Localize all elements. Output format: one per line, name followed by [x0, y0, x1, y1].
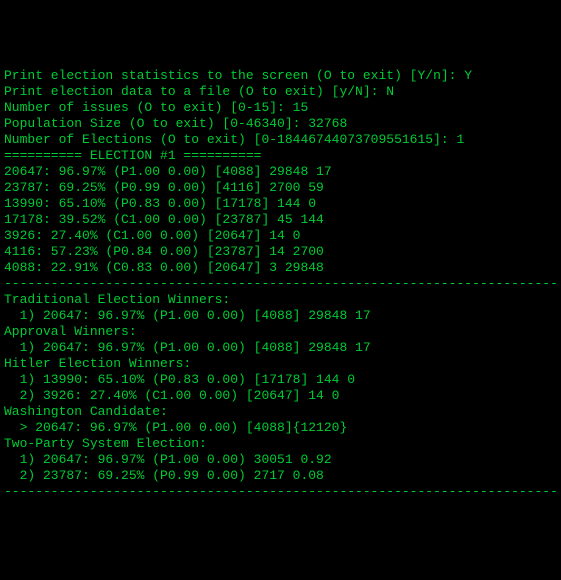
- terminal-line: 2) 3926: 27.40% (C1.00 0.00) [20647] 14 …: [4, 388, 557, 404]
- terminal-line: 17178: 39.52% (C1.00 0.00) [23787] 45 14…: [4, 212, 557, 228]
- terminal-line: Number of Elections (O to exit) [0-18446…: [4, 132, 557, 148]
- terminal-line: Number of issues (O to exit) [0-15]: 15: [4, 100, 557, 116]
- terminal-line: 3926: 27.40% (C1.00 0.00) [20647] 14 0: [4, 228, 557, 244]
- terminal-line: ----------------------------------------…: [4, 484, 557, 500]
- terminal-line: Traditional Election Winners:: [4, 292, 557, 308]
- terminal-line: Hitler Election Winners:: [4, 356, 557, 372]
- terminal-line: 4116: 57.23% (P0.84 0.00) [23787] 14 270…: [4, 244, 557, 260]
- terminal-line: 4088: 22.91% (C0.83 0.00) [20647] 3 2984…: [4, 260, 557, 276]
- terminal-line: ----------------------------------------…: [4, 276, 557, 292]
- terminal-line: 2) 23787: 69.25% (P0.99 0.00) 2717 0.08: [4, 468, 557, 484]
- terminal-line: ========== ELECTION #1 ==========: [4, 148, 557, 164]
- terminal-line: Two-Party System Election:: [4, 436, 557, 452]
- terminal-line: Print election statistics to the screen …: [4, 68, 557, 84]
- terminal-output: Print election statistics to the screen …: [4, 68, 557, 500]
- terminal-line: Population Size (O to exit) [0-46340]: 3…: [4, 116, 557, 132]
- terminal-line: 23787: 69.25% (P0.99 0.00) [4116] 2700 5…: [4, 180, 557, 196]
- terminal-line: Approval Winners:: [4, 324, 557, 340]
- terminal-line: 20647: 96.97% (P1.00 0.00) [4088] 29848 …: [4, 164, 557, 180]
- terminal-line: Print election data to a file (O to exit…: [4, 84, 557, 100]
- terminal-line: 1) 20647: 96.97% (P1.00 0.00) 30051 0.92: [4, 452, 557, 468]
- terminal-line: 1) 20647: 96.97% (P1.00 0.00) [4088] 298…: [4, 308, 557, 324]
- terminal-line: 1) 20647: 96.97% (P1.00 0.00) [4088] 298…: [4, 340, 557, 356]
- terminal-line: 13990: 65.10% (P0.83 0.00) [17178] 144 0: [4, 196, 557, 212]
- terminal-line: > 20647: 96.97% (P1.00 0.00) [4088]{1212…: [4, 420, 557, 436]
- terminal-line: 1) 13990: 65.10% (P0.83 0.00) [17178] 14…: [4, 372, 557, 388]
- terminal-line: Washington Candidate:: [4, 404, 557, 420]
